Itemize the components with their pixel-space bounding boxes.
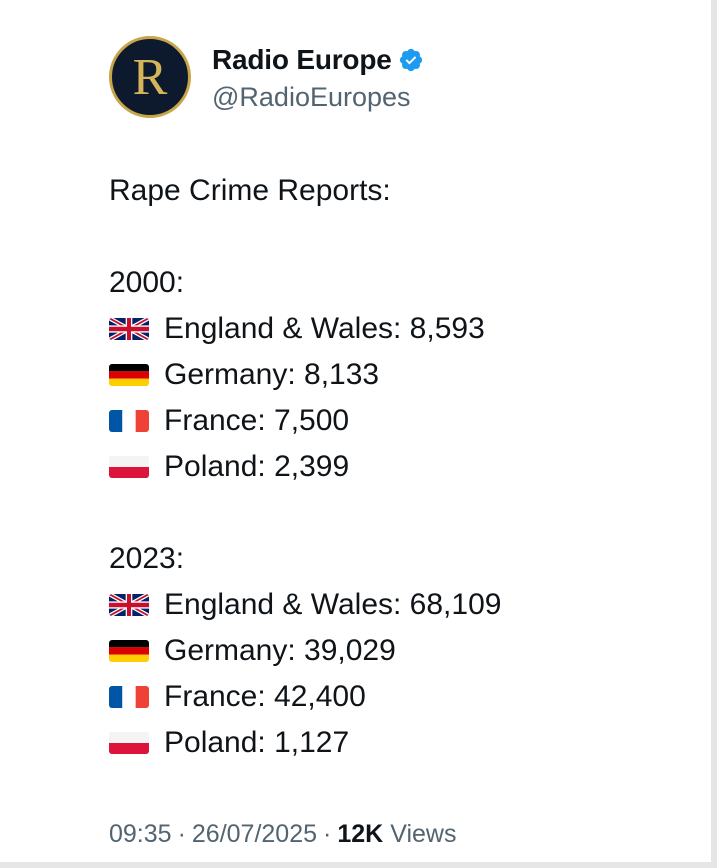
author-handle[interactable]: @RadioEuropes [212, 82, 424, 113]
france-flag-icon [109, 686, 149, 708]
separator: · [323, 820, 332, 848]
tweet-heading: Rape Crime Reports: [109, 174, 391, 207]
list-item: Poland: 1,127 [109, 720, 689, 766]
bottom-border [0, 862, 717, 868]
list-item-text: France: 7,500 [164, 404, 350, 437]
tweet-footer: 09:35 · 26/07/2025 · 12K Views [109, 820, 456, 849]
verified-badge-icon [398, 47, 424, 73]
avatar[interactable]: R [109, 36, 191, 118]
views-count: 12K [337, 820, 384, 848]
list-item-text: Germany: 8,133 [164, 358, 380, 391]
germany-flag-icon [109, 364, 149, 386]
list-item: Poland: 2,399 [109, 444, 689, 490]
tweet-time[interactable]: 09:35 [109, 820, 172, 849]
uk-flag-icon [109, 594, 149, 616]
list-item-text: Poland: 1,127 [164, 726, 350, 759]
list-item-text: France: 42,400 [164, 680, 366, 713]
list-item: Germany: 39,029 [109, 628, 689, 674]
year-label-2023: 2023: [109, 542, 185, 575]
right-border [711, 0, 717, 868]
views-label: Views [390, 820, 457, 848]
tweet-header: R Radio Europe @RadioEuropes [109, 33, 424, 121]
list-item: France: 7,500 [109, 398, 689, 444]
list-item-text: Poland: 2,399 [164, 450, 350, 483]
poland-flag-icon [109, 456, 149, 478]
uk-flag-icon [109, 318, 149, 340]
list-item: England & Wales: 68,109 [109, 582, 689, 628]
display-name[interactable]: Radio Europe [212, 44, 392, 76]
list-item-text: Germany: 39,029 [164, 634, 396, 667]
list-item: England & Wales: 8,593 [109, 306, 689, 352]
list-item-text: England & Wales: 68,109 [164, 588, 502, 621]
year-label-2000: 2000: [109, 266, 185, 299]
france-flag-icon [109, 410, 149, 432]
list-item-text: England & Wales: 8,593 [164, 312, 485, 345]
author-names: Radio Europe @RadioEuropes [212, 42, 424, 113]
tweet-date[interactable]: 26/07/2025 [192, 820, 317, 849]
separator: · [177, 820, 186, 848]
poland-flag-icon [109, 732, 149, 754]
avatar-letter: R [132, 49, 168, 106]
germany-flag-icon [109, 640, 149, 662]
tweet-text: Rape Crime Reports: 2000: England & Wale… [109, 168, 689, 766]
list-item: France: 42,400 [109, 674, 689, 720]
display-name-row[interactable]: Radio Europe [212, 42, 424, 78]
list-item: Germany: 8,133 [109, 352, 689, 398]
